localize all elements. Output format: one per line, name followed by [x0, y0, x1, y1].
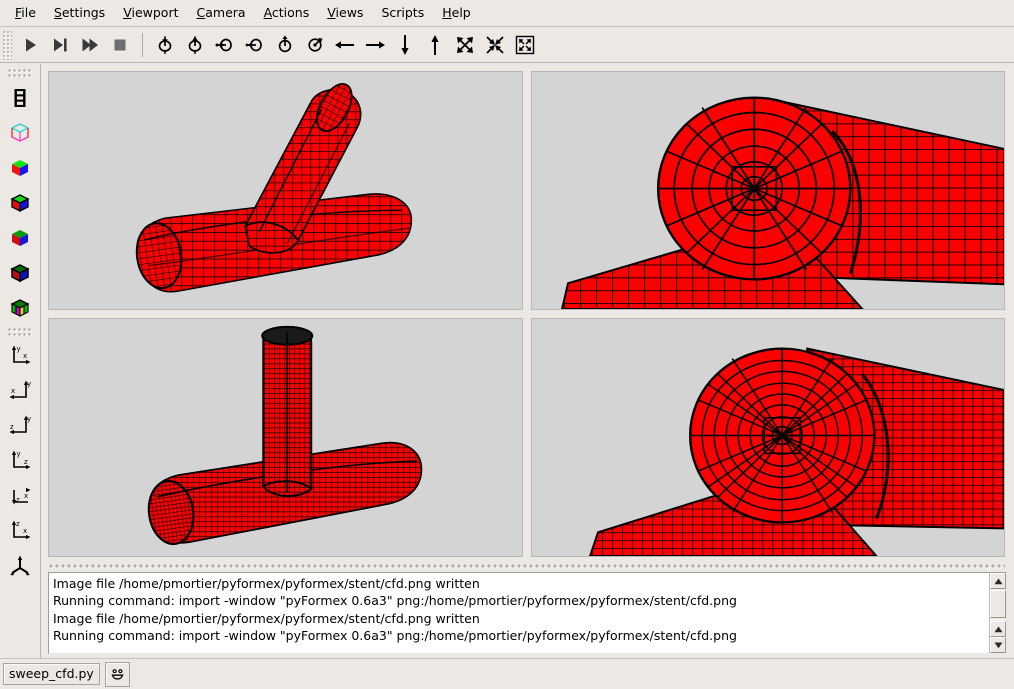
toolbar [0, 27, 1014, 63]
axes-zx-icon[interactable]: z x [2, 478, 38, 513]
svg-text:y: y [27, 415, 31, 423]
cube-smoothwire-icon[interactable] [2, 255, 38, 290]
log-line: Running command: import -window "pyForme… [53, 593, 737, 609]
svg-text:y: y [17, 345, 21, 353]
zoom-out-icon[interactable] [450, 31, 480, 59]
log-line: Running command: import -window "pyForme… [53, 627, 737, 643]
viewport-3[interactable] [48, 318, 523, 557]
cube-flat-icon[interactable] [2, 150, 38, 185]
axes-xy-icon[interactable]: y x [2, 338, 38, 373]
ladder-icon[interactable] [2, 80, 38, 115]
smiley-icon[interactable] [104, 661, 130, 687]
menu-camera[interactable]: Camera [188, 3, 255, 23]
play-icon[interactable] [15, 31, 45, 59]
svg-text:z: z [16, 496, 20, 504]
toolbar-drag-handle[interactable] [2, 29, 12, 60]
sidebar-toolbar: y x y x y z y z z x z x [0, 64, 41, 658]
viewport-4[interactable] [530, 318, 1005, 557]
sidebar-separator [7, 327, 33, 336]
toolbar-separator-1 [142, 32, 143, 57]
log-line: Image file /home/pmortier/pyformex/pyfor… [53, 610, 480, 626]
main-area: y x y x y z y z z x z x Image file /home… [0, 64, 1014, 658]
viewport-1[interactable] [48, 71, 523, 310]
rotate-left-icon[interactable] [240, 31, 270, 59]
menu-scripts[interactable]: Scripts [372, 3, 433, 23]
svg-text:z: z [24, 458, 28, 466]
scroll-up-button-2[interactable] [990, 621, 1006, 637]
viewport-2[interactable] [530, 71, 1005, 310]
svg-text:z: z [16, 520, 20, 528]
menu-viewport[interactable]: Viewport [114, 3, 187, 23]
rotate-clockwise-icon[interactable] [270, 31, 300, 59]
menu-views[interactable]: Views [318, 3, 372, 23]
arrow-left-icon[interactable] [330, 31, 360, 59]
menu-file[interactable]: File [6, 3, 45, 23]
menu-actions[interactable]: Actions [255, 3, 319, 23]
svg-text:x: x [24, 492, 28, 500]
arrow-right-icon[interactable] [360, 31, 390, 59]
menubar: File Settings Viewport Camera Actions Vi… [0, 0, 1014, 27]
rotate-up-icon[interactable] [180, 31, 210, 59]
svg-text:y: y [27, 380, 31, 388]
scroll-down-button[interactable] [990, 637, 1006, 653]
zoom-in-icon[interactable] [480, 31, 510, 59]
axes-zy-icon[interactable]: y z [2, 408, 38, 443]
menu-help[interactable]: Help [433, 3, 480, 23]
sidebar-drag-handle[interactable] [7, 68, 33, 77]
log-scrollbar[interactable] [989, 573, 1006, 653]
rotate-counterclockwise-icon[interactable] [300, 31, 330, 59]
fast-forward-icon[interactable] [75, 31, 105, 59]
axes-iso-icon[interactable] [2, 548, 38, 583]
horizontal-splitter[interactable] [48, 559, 1005, 571]
arrow-up-icon[interactable] [420, 31, 450, 59]
script-name-field[interactable]: sweep_cfd.py [3, 663, 100, 685]
svg-text:y: y [17, 450, 21, 458]
stop-icon[interactable] [105, 31, 135, 59]
cube-wireframe-icon[interactable] [2, 115, 38, 150]
viewport-and-log: Image file /home/pmortier/pyformex/pyfor… [41, 64, 1014, 658]
cube-colored-icon[interactable] [2, 290, 38, 325]
axes-yz-icon[interactable]: y z [2, 443, 38, 478]
step-icon[interactable] [45, 31, 75, 59]
svg-text:x: x [23, 527, 27, 535]
scrollbar-thumb[interactable] [990, 590, 1006, 618]
axes-yx-icon[interactable]: y x [2, 373, 38, 408]
svg-text:z: z [10, 423, 14, 431]
arrow-down-icon[interactable] [390, 31, 420, 59]
axes-xz-icon[interactable]: z x [2, 513, 38, 548]
svg-text:x: x [11, 387, 15, 395]
statusbar: sweep_cfd.py [0, 658, 1014, 689]
cube-flatwire-icon[interactable] [2, 185, 38, 220]
application-window: File Settings Viewport Camera Actions Vi… [0, 0, 1014, 689]
zoom-all-icon[interactable] [510, 31, 540, 59]
rotate-down-icon[interactable] [150, 31, 180, 59]
rotate-right-icon[interactable] [210, 31, 240, 59]
log-text[interactable]: Image file /home/pmortier/pyformex/pyfor… [49, 573, 989, 653]
viewport-grid [41, 64, 1014, 557]
menu-settings[interactable]: Settings [45, 3, 114, 23]
log-line: Image file /home/pmortier/pyformex/pyfor… [53, 576, 480, 591]
svg-text:x: x [23, 352, 27, 360]
scroll-up-button[interactable] [990, 573, 1006, 589]
log-panel: Image file /home/pmortier/pyformex/pyfor… [48, 572, 1007, 654]
cube-smooth-icon[interactable] [2, 220, 38, 255]
